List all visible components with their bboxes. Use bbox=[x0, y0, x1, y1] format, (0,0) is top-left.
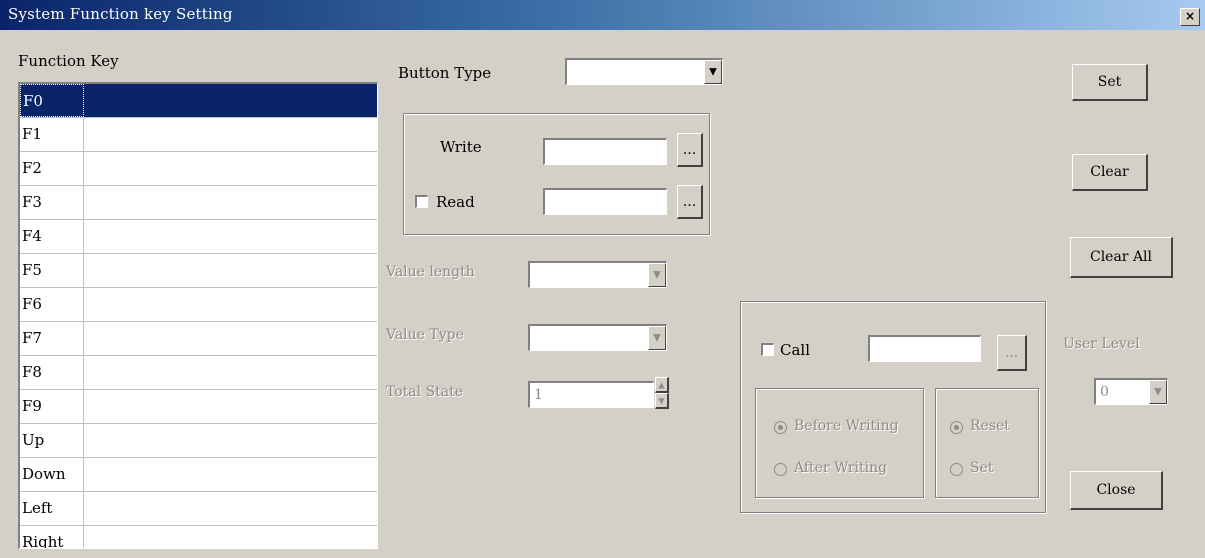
function-key-name: F2 bbox=[20, 152, 84, 185]
list-item[interactable]: F0 bbox=[20, 84, 377, 118]
timing-group bbox=[755, 388, 924, 498]
window-title: System Function key Setting bbox=[8, 5, 233, 23]
reset-radio[interactable] bbox=[950, 421, 963, 434]
function-key-label: Function Key bbox=[18, 52, 119, 70]
function-key-name: Down bbox=[20, 458, 84, 491]
call-browse-label: ... bbox=[1004, 344, 1019, 361]
dialog-window: System Function key Setting × Function K… bbox=[0, 0, 1205, 558]
value-length-label: Value length bbox=[386, 264, 475, 280]
read-browse-button[interactable]: ... bbox=[677, 185, 703, 219]
clear-button-label: Clear bbox=[1090, 164, 1129, 180]
after-writing-radio[interactable] bbox=[774, 463, 787, 476]
list-item[interactable]: F4 bbox=[20, 220, 377, 254]
function-key-name: F4 bbox=[20, 220, 84, 253]
function-key-name: F6 bbox=[20, 288, 84, 321]
list-item[interactable]: Left bbox=[20, 492, 377, 526]
function-key-name: Left bbox=[20, 492, 84, 525]
value-type-label: Value Type bbox=[386, 327, 464, 343]
call-browse-button[interactable]: ... bbox=[997, 335, 1027, 371]
spin-down-icon[interactable]: ▼ bbox=[655, 393, 669, 409]
chevron-down-icon[interactable]: ▼ bbox=[648, 263, 666, 287]
write-read-group bbox=[403, 113, 710, 235]
clear-button[interactable]: Clear bbox=[1072, 154, 1148, 191]
list-item[interactable]: Right bbox=[20, 526, 377, 548]
clear-all-button-label: Clear All bbox=[1089, 249, 1153, 265]
spin-up-icon[interactable]: ▲ bbox=[655, 377, 669, 393]
list-item[interactable]: F7 bbox=[20, 322, 377, 356]
reset-label: Reset bbox=[970, 418, 1010, 434]
value-type-select[interactable]: ▼ bbox=[528, 324, 667, 351]
chevron-down-icon[interactable]: ▼ bbox=[648, 326, 666, 350]
list-item[interactable]: F8 bbox=[20, 356, 377, 390]
close-icon[interactable]: × bbox=[1180, 8, 1200, 26]
read-address-input[interactable] bbox=[543, 188, 667, 215]
value-length-select[interactable]: ▼ bbox=[528, 261, 667, 288]
function-key-name: Up bbox=[20, 424, 84, 457]
write-browse-label: ... bbox=[682, 141, 697, 158]
function-key-list[interactable]: F0 F1 F2 F3 F4 F5 F6 F7 F8 F9 Up Down Left Right bbox=[18, 82, 378, 549]
function-key-name: F8 bbox=[20, 356, 84, 389]
total-state-value: 1 bbox=[534, 387, 543, 403]
read-label: Read bbox=[436, 193, 475, 211]
call-label: Call bbox=[780, 341, 811, 359]
list-item[interactable]: F1 bbox=[20, 118, 377, 152]
read-browse-label: ... bbox=[682, 193, 697, 210]
user-level-value: 0 bbox=[1100, 384, 1109, 400]
read-checkbox[interactable] bbox=[415, 195, 428, 208]
clear-all-button[interactable]: Clear All bbox=[1070, 237, 1173, 278]
function-key-name: F1 bbox=[20, 118, 84, 151]
list-item[interactable]: F6 bbox=[20, 288, 377, 322]
total-state-input[interactable]: 1 bbox=[528, 381, 654, 408]
list-item[interactable]: F3 bbox=[20, 186, 377, 220]
chevron-down-icon[interactable]: ▼ bbox=[704, 60, 722, 84]
close-button-label: Close bbox=[1096, 482, 1136, 498]
set-label: Set bbox=[970, 460, 994, 476]
function-key-name: Right bbox=[20, 526, 84, 548]
action-group bbox=[935, 388, 1039, 498]
list-item[interactable]: F9 bbox=[20, 390, 377, 424]
set-radio[interactable] bbox=[950, 463, 963, 476]
function-key-name: F7 bbox=[20, 322, 84, 355]
write-address-input[interactable] bbox=[543, 138, 667, 165]
user-level-select[interactable]: 0 ▼ bbox=[1094, 378, 1168, 405]
function-key-name: F9 bbox=[20, 390, 84, 423]
after-writing-label: After Writing bbox=[794, 460, 888, 476]
chevron-down-icon[interactable]: ▼ bbox=[1149, 380, 1167, 404]
list-item[interactable]: F2 bbox=[20, 152, 377, 186]
set-button[interactable]: Set bbox=[1072, 64, 1148, 101]
write-label: Write bbox=[440, 138, 482, 156]
list-item[interactable]: F5 bbox=[20, 254, 377, 288]
total-state-label: Total State bbox=[386, 384, 464, 400]
function-key-name: F3 bbox=[20, 186, 84, 219]
list-item[interactable]: Down bbox=[20, 458, 377, 492]
set-button-label: Set bbox=[1097, 74, 1122, 90]
before-writing-label: Before Writing bbox=[794, 418, 899, 434]
list-item[interactable]: Up bbox=[20, 424, 377, 458]
call-input[interactable] bbox=[868, 335, 981, 362]
button-type-select[interactable]: ▼ bbox=[565, 58, 723, 85]
before-writing-radio[interactable] bbox=[774, 421, 787, 434]
button-type-label: Button Type bbox=[398, 64, 492, 82]
close-button[interactable]: Close bbox=[1070, 471, 1163, 510]
title-bar[interactable]: System Function key Setting × bbox=[0, 0, 1205, 30]
call-checkbox[interactable] bbox=[761, 343, 774, 356]
function-key-name: F5 bbox=[20, 254, 84, 287]
function-key-name: F0 bbox=[20, 84, 84, 117]
write-browse-button[interactable]: ... bbox=[677, 133, 703, 167]
user-level-label: User Level bbox=[1063, 336, 1140, 352]
